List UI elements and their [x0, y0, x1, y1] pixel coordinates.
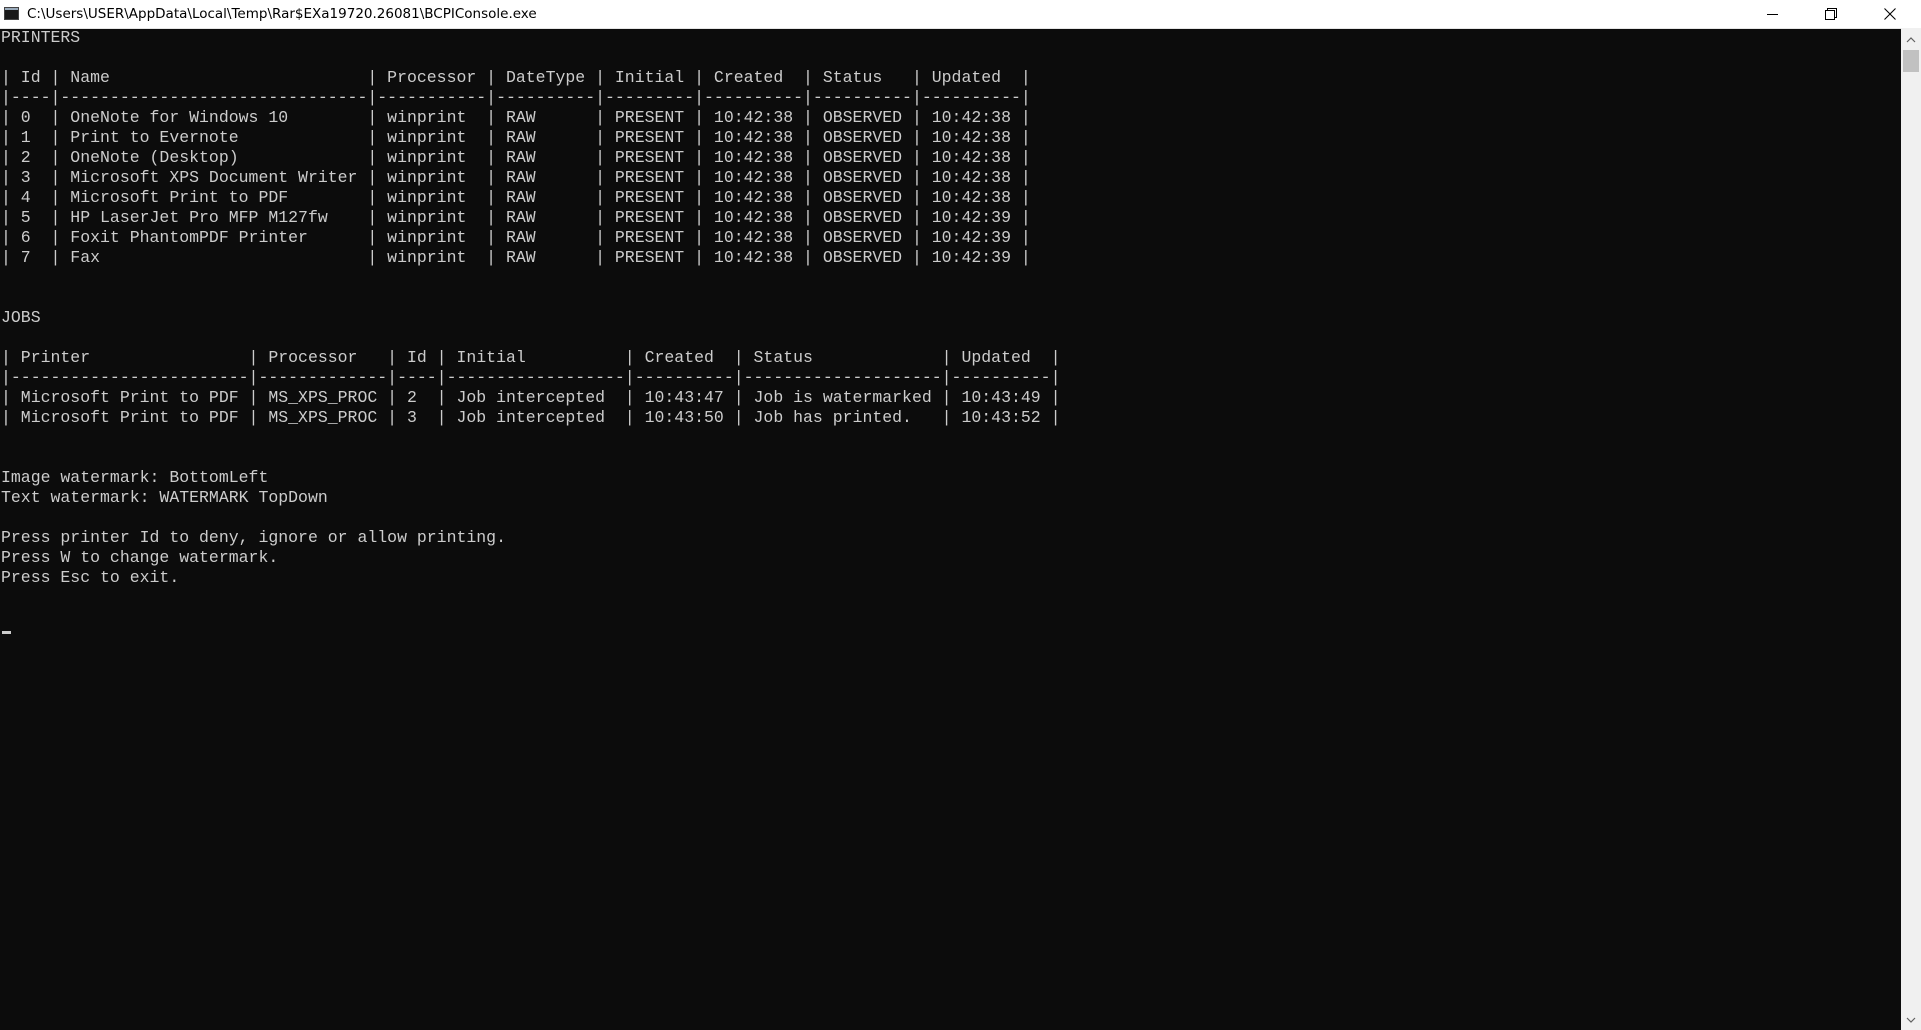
console-window: C:\Users\USER\AppData\Local\Temp\Rar$EXa… [0, 0, 1921, 1030]
printers-table-header: | Id | Name | Processor | DateType | Ini… [1, 68, 1031, 87]
printer-row: | 2 | OneNote (Desktop) | winprint | RAW… [1, 148, 1031, 167]
text-watermark-status: Text watermark: WATERMARK TopDown [1, 488, 328, 507]
chevron-up-icon [1906, 30, 1916, 48]
restore-button[interactable] [1802, 0, 1860, 28]
job-row: | Microsoft Print to PDF | MS_XPS_PROC |… [1, 388, 1061, 407]
printer-row: | 6 | Foxit PhantomPDF Printer | winprin… [1, 228, 1031, 247]
window-title: C:\Users\USER\AppData\Local\Temp\Rar$EXa… [27, 6, 537, 22]
printers-table-separator: |----|-------------------------------|--… [1, 88, 1031, 107]
instruction-line: Press Esc to exit. [1, 568, 180, 587]
text-cursor [2, 631, 11, 634]
vertical-scrollbar[interactable] [1901, 28, 1921, 1030]
restore-icon [1825, 8, 1837, 20]
printer-row: | 1 | Print to Evernote | winprint | RAW… [1, 128, 1031, 147]
console-app-icon [4, 7, 19, 20]
minimize-button[interactable] [1743, 0, 1801, 28]
chevron-down-icon [1906, 1010, 1916, 1028]
jobs-table-header: | Printer | Processor | Id | Initial | C… [1, 348, 1061, 367]
printer-row: | 4 | Microsoft Print to PDF | winprint … [1, 188, 1031, 207]
printer-row: | 5 | HP LaserJet Pro MFP M127fw | winpr… [1, 208, 1031, 227]
scrollbar-thumb[interactable] [1903, 50, 1919, 72]
close-button[interactable] [1861, 0, 1919, 28]
minimize-icon [1766, 9, 1778, 20]
printer-row: | 3 | Microsoft XPS Document Writer | wi… [1, 168, 1031, 187]
scroll-up-button[interactable] [1901, 30, 1921, 48]
jobs-table-separator: |------------------------|-------------|… [1, 368, 1061, 387]
printers-heading: PRINTERS [1, 28, 81, 47]
jobs-heading: JOBS [1, 308, 41, 327]
instruction-line: Press W to change watermark. [1, 548, 279, 567]
printer-row: | 7 | Fax | winprint | RAW | PRESENT | 1… [1, 248, 1031, 267]
title-bar[interactable]: C:\Users\USER\AppData\Local\Temp\Rar$EXa… [0, 0, 1921, 29]
printer-row: | 0 | OneNote for Windows 10 | winprint … [1, 108, 1031, 127]
console-output[interactable]: PRINTERS | Id | Name | Processor | DateT… [1, 28, 1899, 1030]
image-watermark-status: Image watermark: BottomLeft [1, 468, 269, 487]
job-row: | Microsoft Print to PDF | MS_XPS_PROC |… [1, 408, 1061, 427]
close-icon [1884, 8, 1896, 20]
instruction-line: Press printer Id to deny, ignore or allo… [1, 528, 506, 547]
scroll-down-button[interactable] [1901, 1010, 1921, 1028]
